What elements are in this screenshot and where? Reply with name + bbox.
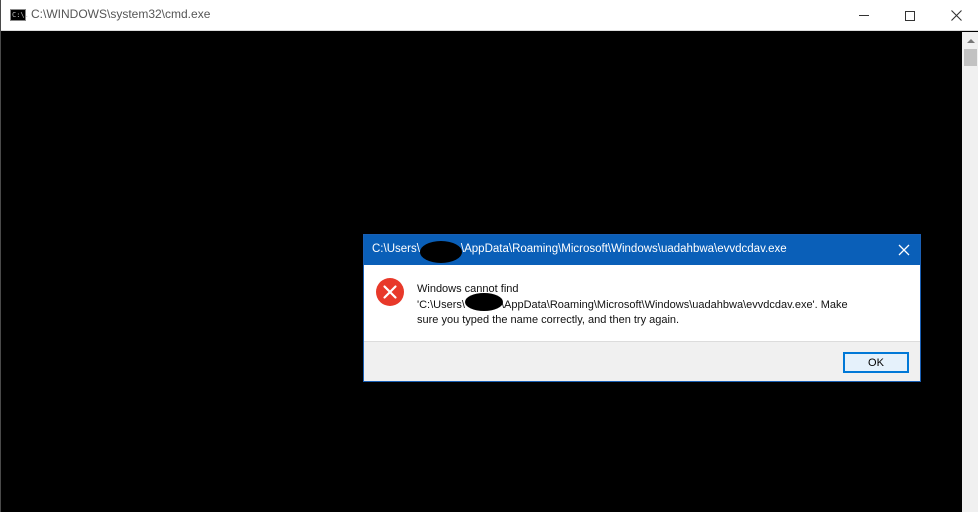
cmd-app-icon: C:\. (10, 9, 29, 21)
maximize-icon (905, 10, 915, 21)
dialog-footer: OK (364, 341, 920, 381)
dialog-close-button[interactable] (888, 235, 920, 265)
dialog-titlebar[interactable]: C:\Users\ \AppData\Roaming\Microsoft\Wind… (364, 235, 920, 265)
maximize-button[interactable] (887, 0, 933, 31)
dialog-title-suffix: \AppData\Roaming\Microsoft\Windows\uadah… (460, 243, 787, 255)
close-icon (950, 10, 962, 21)
error-dialog: C:\Users\ \AppData\Roaming\Microsoft\Wind… (363, 234, 921, 382)
minimize-icon (859, 15, 869, 16)
dialog-body: Windows cannot find 'C:\Users\ \AppData\R… (364, 265, 920, 341)
cmd-app-icon-text: C:\. (12, 11, 29, 19)
error-icon (376, 278, 404, 306)
dialog-title-prefix: C:\Users\ (372, 243, 420, 255)
redaction-mark (420, 241, 462, 263)
close-icon (898, 244, 910, 256)
minimize-button[interactable] (841, 0, 887, 31)
scroll-thumb[interactable] (964, 49, 977, 66)
close-window-button[interactable] (933, 0, 978, 31)
cmd-window-title: C:\WINDOWS\system32\cmd.exe (31, 7, 211, 21)
error-message-line3: sure you typed the name correctly, and t… (417, 314, 680, 326)
error-message-path-suffix: \AppData\Roaming\Microsoft\Windows\uadah… (500, 298, 848, 311)
redaction-mark (465, 293, 503, 311)
vertical-scrollbar[interactable] (962, 32, 978, 512)
scroll-up-arrow-icon[interactable] (962, 32, 978, 49)
error-message-path-prefix: 'C:\Users\ (417, 298, 465, 311)
cmd-titlebar[interactable]: C:\. C:\WINDOWS\system32\cmd.exe (1, 0, 978, 31)
ok-button[interactable]: OK (843, 352, 909, 373)
